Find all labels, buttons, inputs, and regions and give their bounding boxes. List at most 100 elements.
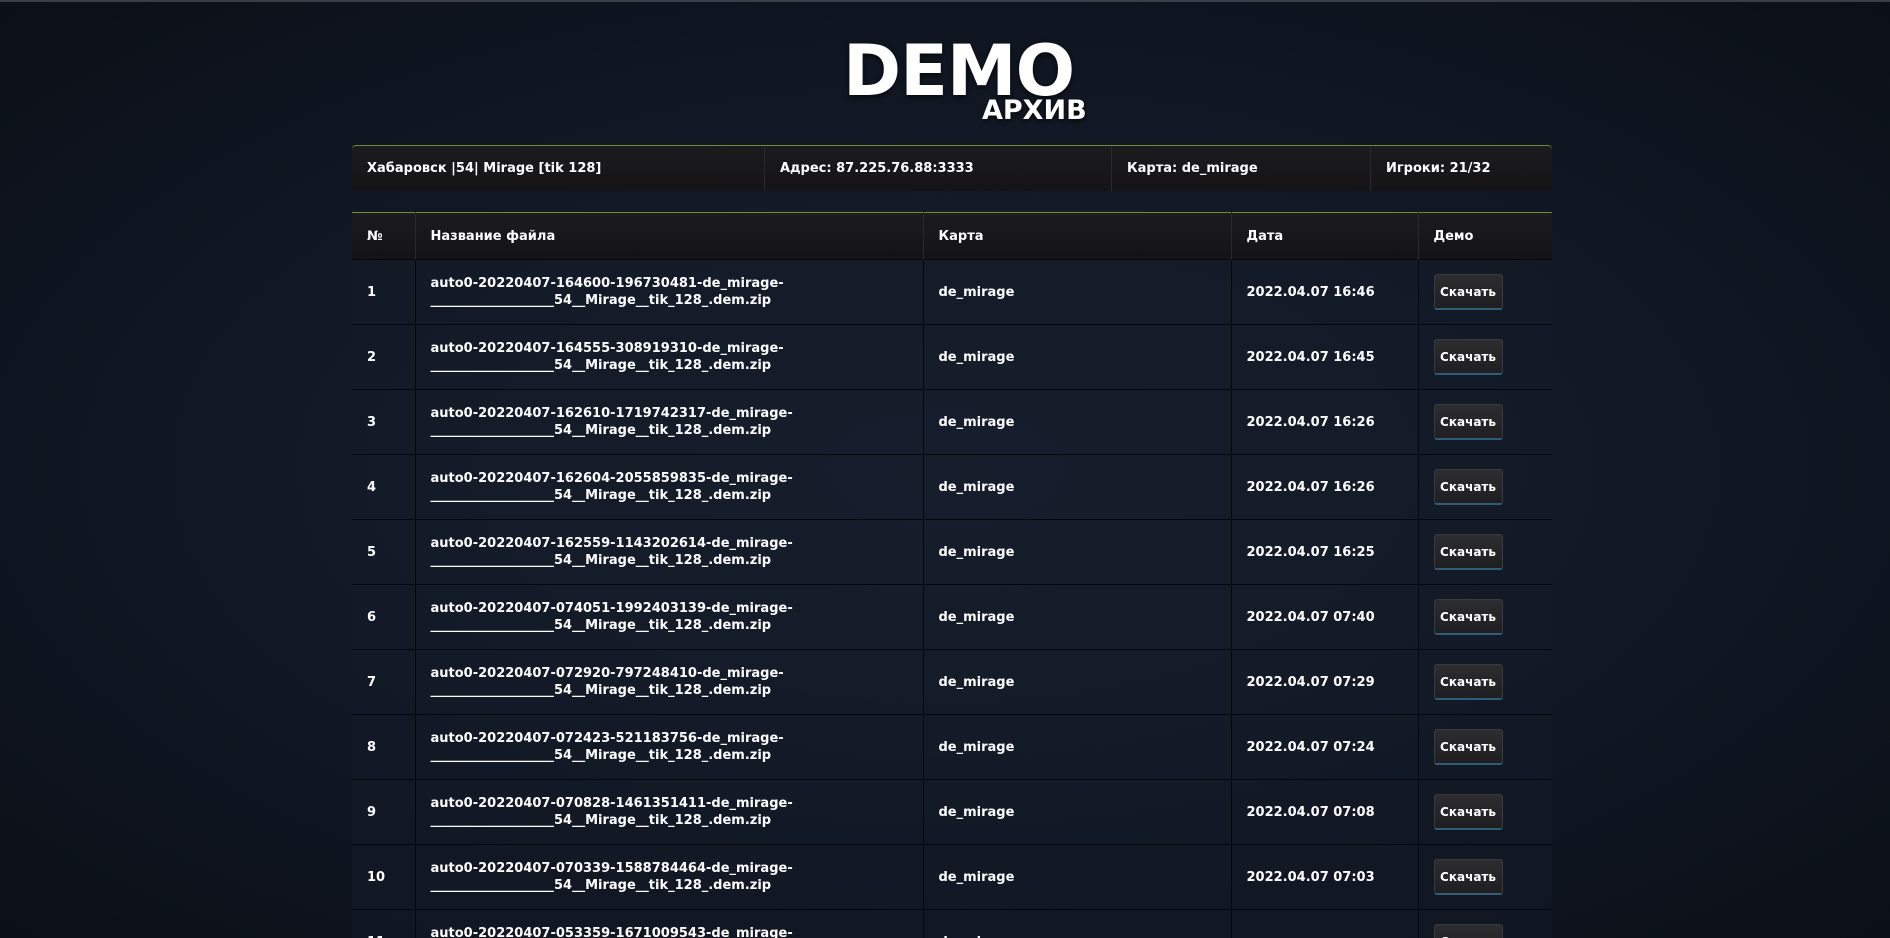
logo-subtitle: АРХИВ [982, 95, 1087, 126]
row-filename-line1: auto0-20220407-070828-1461351411-de_mira… [430, 796, 793, 811]
row-demo: Скачать [1418, 389, 1552, 455]
row-number: 1 [352, 259, 416, 325]
table-row: 11 auto0-20220407-053359-1671009543-de_mi… [352, 909, 1552, 938]
row-filename: auto0-20220407-164555-308919310-de_mirag… [415, 324, 924, 390]
row-filename-line2: ___________________54__Mirage__tik_128_.… [430, 618, 772, 633]
table-row: 9 auto0-20220407-070828-1461351411-de_mir… [352, 779, 1552, 845]
row-filename-line2: ___________________54__Mirage__tik_128_.… [430, 748, 772, 763]
row-filename: auto0-20220407-162610-1719742317-de_mira… [415, 389, 924, 455]
row-demo: Скачать [1418, 519, 1552, 585]
header-date: Дата [1231, 212, 1419, 260]
row-filename-line1: auto0-20220407-162610-1719742317-de_mira… [430, 406, 793, 421]
row-filename-line2: ___________________54__Mirage__tik_128_.… [430, 488, 772, 503]
row-date: 2022.04.07 16:45 [1231, 324, 1419, 390]
row-demo: Скачать [1418, 259, 1552, 325]
row-filename: auto0-20220407-070828-1461351411-de_mira… [415, 779, 924, 845]
server-address: Адрес: 87.225.76.88:3333 [765, 146, 1112, 191]
header-map: Карта [923, 212, 1232, 260]
row-number: 5 [352, 519, 416, 585]
row-filename-line1: auto0-20220407-162604-2055859835-de_mira… [430, 471, 793, 486]
table-row: 3 auto0-20220407-162610-1719742317-de_mir… [352, 389, 1552, 455]
row-filename: auto0-20220407-074051-1992403139-de_mira… [415, 584, 924, 650]
row-number: 9 [352, 779, 416, 845]
row-demo: Скачать [1418, 909, 1552, 938]
row-date: 2022.04.07 16:46 [1231, 259, 1419, 325]
row-demo: Скачать [1418, 714, 1552, 780]
demo-table: № Название файла Карта Дата Демо 1 auto0-… [352, 212, 1552, 938]
table-row: 5 auto0-20220407-162559-1143202614-de_mir… [352, 519, 1552, 585]
download-button[interactable]: Скачать [1433, 339, 1503, 375]
row-date: 2022.04.07 16:26 [1231, 389, 1419, 455]
row-filename: auto0-20220407-070339-1588784464-de_mira… [415, 844, 924, 910]
row-filename: auto0-20220407-162559-1143202614-de_mira… [415, 519, 924, 585]
row-map: de_mirage [923, 454, 1232, 520]
download-button[interactable]: Скачать [1433, 794, 1503, 830]
demo-table-container: № Название файла Карта Дата Демо 1 auto0-… [352, 212, 1552, 938]
header-demo: Демо [1418, 212, 1552, 260]
download-button[interactable]: Скачать [1433, 404, 1503, 440]
row-filename-line2: ___________________54__Mirage__tik_128_.… [430, 293, 772, 308]
row-filename: auto0-20220407-162604-2055859835-de_mira… [415, 454, 924, 520]
server-info-bar: Хабаровск |54| Mirage [tik 128] Адрес: 8… [352, 145, 1552, 191]
row-map: de_mirage [923, 649, 1232, 715]
top-border-line [0, 0, 1890, 2]
row-map: de_mirage [923, 324, 1232, 390]
row-map: de_mirage [923, 714, 1232, 780]
row-number: 8 [352, 714, 416, 780]
row-map: de_mirage [923, 519, 1232, 585]
download-button[interactable]: Скачать [1433, 469, 1503, 505]
header-num: № [352, 212, 416, 260]
download-button[interactable]: Скачать [1433, 274, 1503, 310]
row-filename-line1: auto0-20220407-162559-1143202614-de_mira… [430, 536, 793, 551]
server-name: Хабаровск |54| Mirage [tik 128] [352, 146, 765, 191]
download-button[interactable]: Скачать [1433, 729, 1503, 765]
row-date: 2022.04.07 07:03 [1231, 844, 1419, 910]
row-filename-line2: ___________________54__Mirage__tik_128_.… [430, 423, 772, 438]
row-date: 2022.04.07 07:08 [1231, 779, 1419, 845]
row-filename-line1: auto0-20220407-074051-1992403139-de_mira… [430, 601, 793, 616]
row-filename-line2: ___________________54__Mirage__tik_128_.… [430, 878, 772, 893]
row-filename-line2: ___________________54__Mirage__tik_128_.… [430, 683, 772, 698]
download-button[interactable]: Скачать [1433, 859, 1503, 895]
download-button[interactable]: Скачать [1433, 534, 1503, 570]
row-date: 2022.04.07 07:24 [1231, 714, 1419, 780]
row-map: de_mirage [923, 584, 1232, 650]
download-button[interactable]: Скачать [1433, 664, 1503, 700]
row-number: 3 [352, 389, 416, 455]
row-filename: auto0-20220407-164600-196730481-de_mirag… [415, 259, 924, 325]
row-map: de_mirage [923, 259, 1232, 325]
row-filename: auto0-20220407-053359-1671009543-de_mira… [415, 909, 924, 938]
row-number: 6 [352, 584, 416, 650]
row-demo: Скачать [1418, 844, 1552, 910]
row-map: de_mirage [923, 909, 1232, 938]
table-row: 2 auto0-20220407-164555-308919310-de_mira… [352, 324, 1552, 390]
row-number: 11 [352, 909, 416, 938]
row-map: de_mirage [923, 389, 1232, 455]
row-number: 2 [352, 324, 416, 390]
header-file: Название файла [415, 212, 924, 260]
row-filename-line2: ___________________54__Mirage__tik_128_.… [430, 358, 772, 373]
row-demo: Скачать [1418, 584, 1552, 650]
table-header-row: № Название файла Карта Дата Демо [352, 212, 1552, 260]
row-map: de_mirage [923, 779, 1232, 845]
row-date: 2022.04.07 07:29 [1231, 649, 1419, 715]
table-row: 1 auto0-20220407-164600-196730481-de_mira… [352, 259, 1552, 325]
server-map: Карта: de_mirage [1112, 146, 1371, 191]
row-filename-line1: auto0-20220407-070339-1588784464-de_mira… [430, 861, 793, 876]
table-row: 4 auto0-20220407-162604-2055859835-de_mir… [352, 454, 1552, 520]
download-button[interactable]: Скачать [1433, 924, 1503, 938]
row-number: 4 [352, 454, 416, 520]
row-filename: auto0-20220407-072423-521183756-de_mirag… [415, 714, 924, 780]
row-filename-line1: auto0-20220407-164555-308919310-de_mirag… [430, 341, 784, 356]
row-map: de_mirage [923, 844, 1232, 910]
row-filename-line1: auto0-20220407-072920-797248410-de_mirag… [430, 666, 784, 681]
row-demo: Скачать [1418, 454, 1552, 520]
table-row: 7 auto0-20220407-072920-797248410-de_mira… [352, 649, 1552, 715]
table-row: 8 auto0-20220407-072423-521183756-de_mira… [352, 714, 1552, 780]
row-filename-line2: ___________________54__Mirage__tik_128_.… [430, 553, 772, 568]
download-button[interactable]: Скачать [1433, 599, 1503, 635]
row-number: 10 [352, 844, 416, 910]
table-row: 6 auto0-20220407-074051-1992403139-de_mir… [352, 584, 1552, 650]
row-demo: Скачать [1418, 324, 1552, 390]
site-logo[interactable]: DEMO АРХИВ [843, 36, 1087, 128]
